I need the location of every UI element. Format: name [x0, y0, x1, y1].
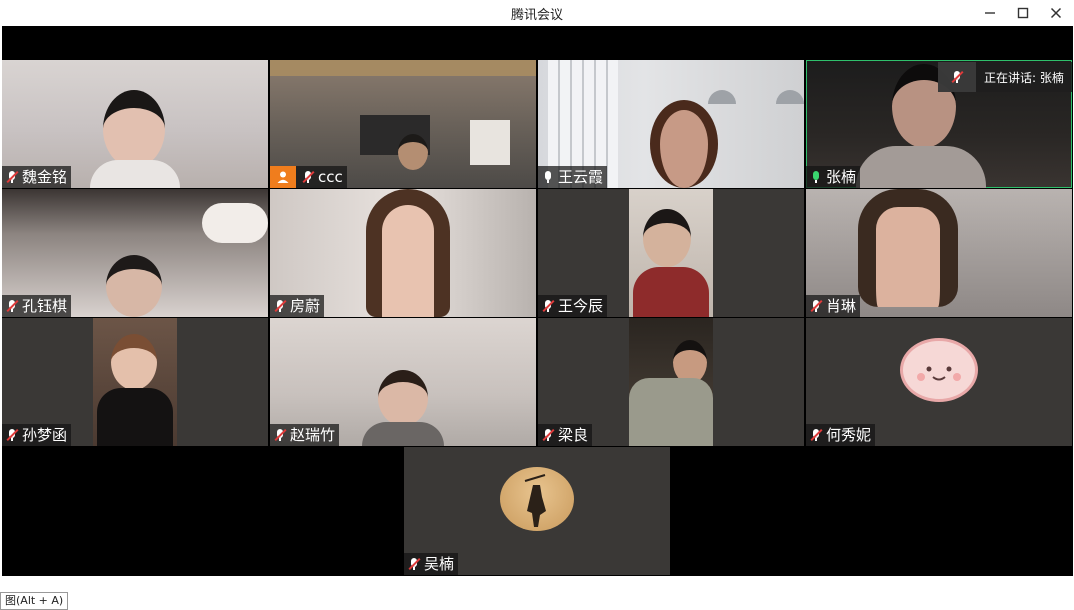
- participant-video: [378, 370, 428, 426]
- participant-video: [106, 255, 162, 317]
- mic-muted-icon: [273, 428, 287, 442]
- mic-muted-icon: [950, 70, 964, 84]
- video-tile[interactable]: 何秀妮: [806, 318, 1072, 446]
- mic-muted-icon: [809, 428, 823, 442]
- participant-video: [103, 90, 165, 168]
- participant-name: 肖琳: [826, 297, 857, 315]
- video-tile[interactable]: 梁良: [538, 318, 804, 446]
- screenshot-tooltip: 图(Alt + A): [0, 592, 69, 610]
- minimize-icon[interactable]: [975, 2, 1005, 24]
- participant-name: 吴楠: [424, 555, 455, 573]
- name-tag: ccc: [270, 166, 347, 188]
- host-icon: [270, 166, 296, 188]
- participant-video: [629, 318, 713, 446]
- profile-avatar: [500, 467, 574, 531]
- name-tag: 吴楠: [404, 553, 459, 575]
- mic-icon: [809, 170, 823, 184]
- title-bar: 腾讯会议: [0, 0, 1074, 26]
- mic-muted-icon: [5, 428, 19, 442]
- participant-video: [93, 318, 177, 446]
- participant-name: 王云霞: [558, 168, 604, 186]
- participant-name: 王今辰: [558, 297, 604, 315]
- mic-muted-icon: [541, 428, 555, 442]
- name-tag: 房蔚: [270, 295, 325, 317]
- mic-muted-icon: [5, 170, 19, 184]
- participant-name: ccc: [318, 168, 343, 186]
- name-tag: 张楠: [806, 166, 861, 188]
- video-tile[interactable]: 赵瑞竹: [270, 318, 536, 446]
- participant-name: 赵瑞竹: [290, 426, 336, 444]
- speaking-indicator: 正在讲话: 张楠: [938, 62, 1072, 92]
- video-tile[interactable]: 房蔚: [270, 189, 536, 317]
- mic-muted-icon: [809, 299, 823, 313]
- video-tile[interactable]: ccc: [270, 60, 536, 188]
- name-tag: 何秀妮: [806, 424, 876, 446]
- participant-name: 张楠: [826, 168, 857, 186]
- close-icon[interactable]: [1041, 2, 1071, 24]
- speaking-label: 正在讲话: 张楠: [984, 70, 1064, 85]
- mic-muted-icon: [407, 557, 421, 571]
- name-tag: 王云霞: [538, 166, 608, 188]
- mic-muted-icon: [5, 299, 19, 313]
- mic-muted-icon: [273, 299, 287, 313]
- participant-name: 房蔚: [290, 297, 321, 315]
- video-tile[interactable]: 吴楠: [404, 447, 670, 575]
- participant-video: [858, 189, 958, 307]
- name-tag: 孙梦函: [2, 424, 72, 446]
- video-grid: 魏金铭 ccc 王云霞 正在讲话: 张楠 张楠 孔钰棋 房蔚 王今辰 肖琳 孙梦…: [2, 26, 1073, 576]
- window-title: 腾讯会议: [510, 8, 563, 23]
- video-tile[interactable]: 孙梦函: [2, 318, 268, 446]
- video-tile[interactable]: 王云霞: [538, 60, 804, 188]
- participant-name: 孙梦函: [22, 426, 68, 444]
- participant-video: [366, 189, 450, 317]
- participant-name: 何秀妮: [826, 426, 872, 444]
- name-tag: 魏金铭: [2, 166, 72, 188]
- video-tile[interactable]: 肖琳: [806, 189, 1072, 317]
- video-tile[interactable]: 孔钰棋: [2, 189, 268, 317]
- name-tag: 王今辰: [538, 295, 608, 317]
- mic-icon: [541, 170, 555, 184]
- name-tag: 梁良: [538, 424, 593, 446]
- name-tag: 孔钰棋: [2, 295, 72, 317]
- video-tile[interactable]: 魏金铭: [2, 60, 268, 188]
- mic-muted-icon: [541, 299, 555, 313]
- video-tile[interactable]: 王今辰: [538, 189, 804, 317]
- participant-video: [629, 189, 713, 317]
- participant-name: 梁良: [558, 426, 589, 444]
- video-tile-active[interactable]: 正在讲话: 张楠 张楠: [806, 60, 1072, 188]
- maximize-icon[interactable]: [1008, 2, 1038, 24]
- profile-avatar: [900, 338, 978, 402]
- name-tag: 肖琳: [806, 295, 861, 317]
- participant-video: [650, 100, 718, 188]
- participant-name: 孔钰棋: [22, 297, 68, 315]
- participant-name: 魏金铭: [22, 168, 68, 186]
- mic-muted-icon: [301, 170, 315, 184]
- name-tag: 赵瑞竹: [270, 424, 340, 446]
- participant-video: [398, 134, 428, 170]
